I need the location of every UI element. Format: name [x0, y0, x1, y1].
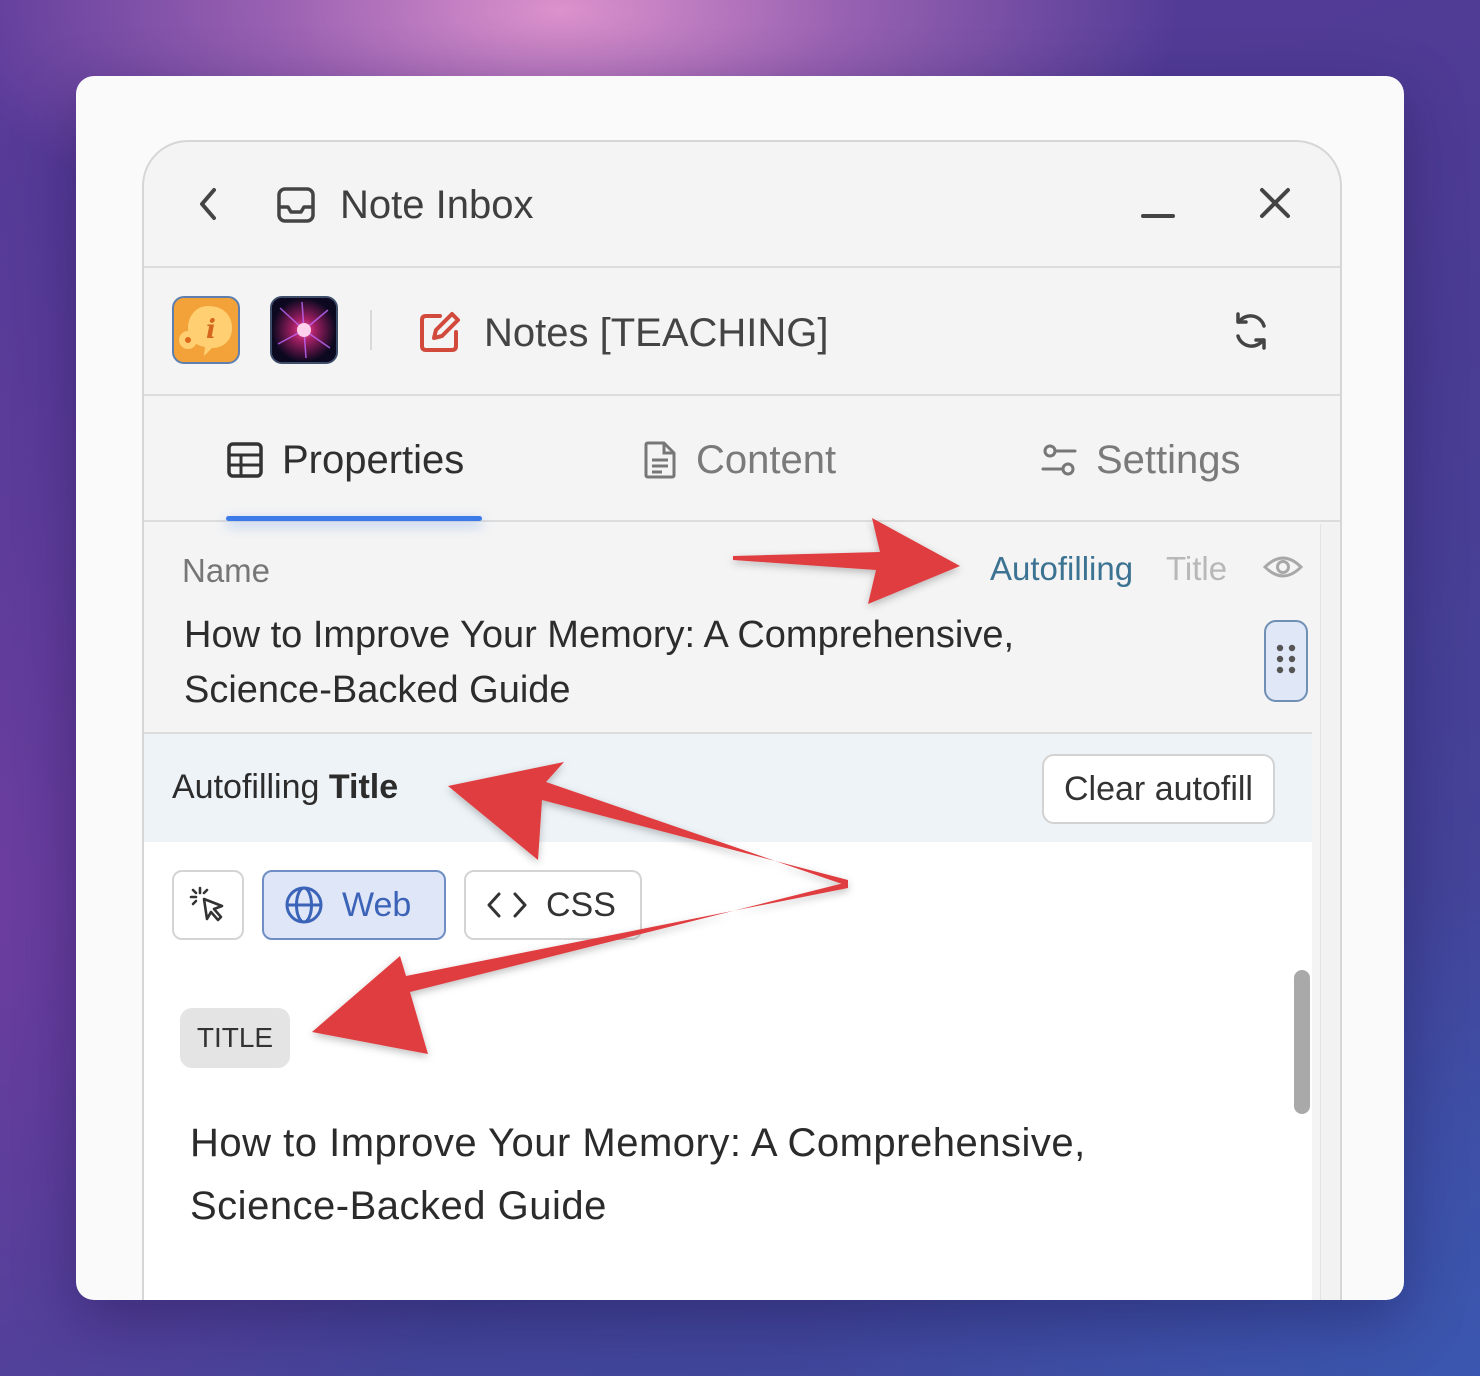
inbox-icon: [277, 187, 315, 223]
title-badge: TITLE: [180, 1008, 290, 1068]
code-icon: [487, 892, 527, 918]
property-name-label: Name: [182, 552, 271, 589]
tab-settings-label: Settings: [1096, 437, 1241, 482]
tab-content-label: Content: [696, 437, 837, 482]
close-icon[interactable]: [1258, 186, 1292, 220]
outer-scrollbar-track[interactable]: [1320, 524, 1339, 1300]
css-mode-button[interactable]: CSS: [464, 870, 642, 940]
minimize-icon[interactable]: [1140, 198, 1176, 222]
drag-dots-icon: [1276, 644, 1296, 674]
tab-properties-label: Properties: [282, 437, 465, 482]
autofill-panel-field: Title: [328, 768, 399, 806]
tab-settings[interactable]: Settings: [1040, 432, 1241, 488]
tab-properties[interactable]: Properties: [226, 432, 464, 488]
plasma-ball-icon: [272, 298, 336, 362]
eye-icon[interactable]: [1262, 552, 1304, 582]
pick-element-button[interactable]: [172, 870, 244, 940]
active-tab-indicator: [226, 516, 482, 521]
property-name-value[interactable]: How to Improve Your Memory: A Comprehens…: [184, 608, 1244, 718]
preview-line-2: Science-Backed Guide: [190, 1184, 607, 1228]
autofill-panel-body: Web CSS TITLE How to Improve Your Memory…: [144, 842, 1312, 1300]
svg-text:i: i: [206, 315, 216, 345]
autofill-panel-prefix: Autofilling: [172, 768, 320, 806]
tab-bar: Properties Content Settings: [144, 396, 1340, 522]
table-icon: [227, 442, 263, 478]
pointer-click-icon: [189, 886, 224, 922]
edit-note-icon: [420, 312, 460, 352]
note-title: Notes [TEACHING]: [484, 311, 829, 355]
info-bubble-icon: i: [179, 306, 232, 356]
note-toolbar: i Notes [TEACHING]: [144, 268, 1340, 396]
autofill-source-label: Title: [1166, 550, 1228, 587]
info-app-icon[interactable]: i: [172, 296, 240, 364]
screenshot-card: Note Inbox i Notes [TEACHING] Properties…: [76, 76, 1404, 1300]
tab-content[interactable]: Content: [642, 432, 836, 488]
preview-line-1: How to Improve Your Memory: A Comprehens…: [190, 1121, 1086, 1165]
clear-autofill-button[interactable]: Clear autofill: [1042, 754, 1275, 824]
back-chevron-icon[interactable]: [194, 186, 224, 222]
plasma-app-icon[interactable]: [270, 296, 338, 364]
title-bar: Note Inbox: [144, 142, 1340, 268]
autofill-panel-title: Autofilling Title: [172, 768, 398, 807]
autofill-preview-text: How to Improve Your Memory: A Comprehens…: [190, 1112, 1270, 1238]
sliders-icon: [1041, 444, 1077, 476]
css-mode-label: CSS: [546, 885, 616, 924]
window-title: Note Inbox: [340, 183, 534, 227]
autofilling-link[interactable]: Autofilling: [990, 550, 1133, 588]
inner-scrollbar-thumb[interactable]: [1294, 970, 1310, 1114]
web-mode-button[interactable]: Web: [262, 870, 446, 940]
autofill-panel-header: Autofilling Title Clear autofill: [144, 732, 1312, 844]
globe-icon: [285, 886, 323, 924]
refresh-icon[interactable]: [1230, 310, 1272, 352]
name-value-line-2: Science-Backed Guide: [184, 669, 571, 711]
note-inbox-window: Note Inbox i Notes [TEACHING] Properties…: [142, 140, 1342, 1300]
web-mode-label: Web: [342, 885, 412, 924]
name-value-line-1: How to Improve Your Memory: A Comprehens…: [184, 614, 1015, 656]
document-icon: [644, 441, 676, 479]
drag-handle[interactable]: [1264, 620, 1308, 702]
toolbar-divider: [370, 310, 372, 350]
